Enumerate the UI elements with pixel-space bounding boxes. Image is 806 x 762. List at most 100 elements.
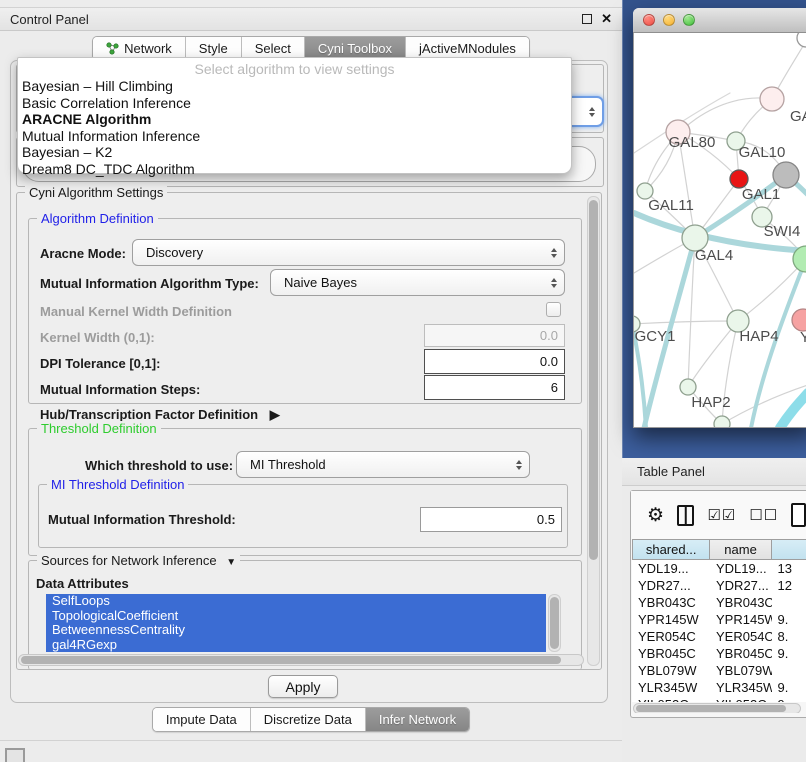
columns-icon[interactable] xyxy=(677,505,694,526)
algorithm-option[interactable]: ARACNE Algorithm xyxy=(18,111,571,128)
algorithm-option[interactable]: Basic Correlation Inference xyxy=(18,95,571,112)
mi-steps-label: Mutual Information Steps: xyxy=(40,382,200,397)
table-column-header[interactable]: shared... xyxy=(632,539,710,560)
select-all-checkboxes-icon[interactable]: ☑☑ xyxy=(707,506,736,524)
settings-group-title: Cyni Algorithm Settings xyxy=(25,185,167,200)
table-row[interactable]: YBL079WYBL079W xyxy=(632,662,806,679)
close-traffic-light[interactable] xyxy=(643,14,655,26)
network-edge[interactable] xyxy=(780,393,806,428)
table-row[interactable]: YLR345WYLR345W9. xyxy=(632,679,806,696)
zoom-traffic-light[interactable] xyxy=(683,14,695,26)
table-cell: YER054C xyxy=(710,629,772,644)
aracne-mode-combobox[interactable]: Discovery xyxy=(132,239,565,266)
mi-steps-value: 6 xyxy=(551,380,558,395)
table-panel: ⚙ ☑☑ ☐☐ shared...name YDL19...YDL19...13… xyxy=(630,490,806,718)
table-cell: YIL052C xyxy=(632,697,710,702)
table-cell: YBL079W xyxy=(632,663,710,678)
table-cell: YPR145W xyxy=(710,612,772,627)
tab-infer-network[interactable]: Infer Network xyxy=(365,708,469,731)
data-attribute-item[interactable]: SelfLoops xyxy=(46,594,546,609)
algorithm-option[interactable]: Bayesian – K2 xyxy=(18,144,571,161)
tab-discretize-data[interactable]: Discretize Data xyxy=(250,708,365,731)
data-attributes-list[interactable]: SelfLoopsTopologicalCoefficientBetweenne… xyxy=(46,594,546,652)
network-canvas[interactable]: GALGAL80GAL10GAL1GAL11SWI4GAL4GCY1HAP4YH… xyxy=(633,33,806,428)
mi-type-combobox[interactable]: Naive Bayes xyxy=(270,269,565,296)
algorithm-option[interactable]: Bayesian – Hill Climbing xyxy=(18,78,571,95)
manual-kernel-checkbox[interactable] xyxy=(546,302,561,317)
table-toolbar: ⚙ ☑☑ ☐☐ xyxy=(631,491,806,539)
table-cell: 9. xyxy=(772,646,806,661)
tab-impute-data[interactable]: Impute Data xyxy=(153,708,250,731)
network-node-label: GAL1 xyxy=(742,186,780,203)
network-node-hap2[interactable] xyxy=(680,379,696,395)
table-row[interactable]: YER054CYER054C8. xyxy=(632,628,806,645)
close-window-icon[interactable]: ✕ xyxy=(601,14,612,24)
network-node[interactable] xyxy=(773,162,799,188)
table-cell: 9 xyxy=(772,697,806,702)
mi-steps-field[interactable]: 6 xyxy=(424,375,565,400)
table-row[interactable]: YDR27...YDR27...12 xyxy=(632,577,806,594)
dpi-tolerance-field[interactable]: 0.0 xyxy=(424,349,565,374)
network-node-gal[interactable] xyxy=(760,87,784,111)
mi-threshold-title: MI Threshold Definition xyxy=(47,477,188,492)
table-row[interactable]: YIL052CYIL052C9 xyxy=(632,696,806,702)
table-horizontal-scrollbar[interactable] xyxy=(633,703,801,713)
network-window-titlebar[interactable] xyxy=(633,8,806,33)
attributes-list-scrollbar[interactable] xyxy=(548,594,561,652)
deselect-all-checkboxes-icon[interactable]: ☐☐ xyxy=(749,506,778,524)
control-panel-window: Control Panel ✕ NetworkStyleSelectCyni T… xyxy=(0,0,622,762)
network-edge[interactable] xyxy=(634,321,738,324)
table-body: YDL19...YDL19...13YDR27...YDR27...12YBR0… xyxy=(632,560,806,702)
apply-button[interactable]: Apply xyxy=(268,675,338,698)
dpi-tolerance-value: 0.0 xyxy=(540,354,558,369)
network-node[interactable] xyxy=(714,416,730,428)
collapse-arrow-icon[interactable]: ▶ xyxy=(270,407,280,422)
expand-arrow-icon[interactable]: ▼ xyxy=(226,557,236,568)
gear-icon[interactable]: ⚙ xyxy=(647,506,664,525)
which-threshold-combobox[interactable]: MI Threshold xyxy=(236,451,530,478)
network-node[interactable] xyxy=(797,33,806,47)
algorithm-option[interactable]: Dream8 DC_TDC Algorithm xyxy=(18,161,571,178)
table-column-header[interactable] xyxy=(772,539,806,560)
data-attribute-item[interactable]: gal4RGexp xyxy=(46,638,546,653)
table-cell: YBR043C xyxy=(710,595,772,610)
settings-vertical-scrollbar[interactable] xyxy=(587,196,600,666)
table-cell: YPR145W xyxy=(632,612,710,627)
minimize-traffic-light[interactable] xyxy=(663,14,675,26)
export-table-icon[interactable] xyxy=(791,503,806,527)
mi-threshold-field[interactable]: 0.5 xyxy=(420,507,562,532)
kernel-width-value: 0.0 xyxy=(540,328,558,343)
table-cell: 13 xyxy=(772,561,806,576)
table-cell: YBR043C xyxy=(632,595,710,610)
sources-title[interactable]: Sources for Network Inference ▼ xyxy=(37,553,240,568)
table-cell: YLR345W xyxy=(632,680,710,695)
table-row[interactable]: YDL19...YDL19...13 xyxy=(632,560,806,577)
table-cell: YDL19... xyxy=(632,561,710,576)
table-cell: YDR27... xyxy=(632,578,710,593)
mi-type-label: Mutual Information Algorithm Type: xyxy=(40,276,259,291)
control-panel-titlebar: Control Panel ✕ xyxy=(0,7,622,31)
table-row[interactable]: YPR145WYPR145W9. xyxy=(632,611,806,628)
table-panel-title: Table Panel xyxy=(637,464,705,479)
float-window-icon[interactable] xyxy=(582,14,592,24)
aracne-mode-value: Discovery xyxy=(146,245,203,260)
table-row[interactable]: YBR045CYBR045C9. xyxy=(632,645,806,662)
kernel-width-field[interactable]: 0.0 xyxy=(424,324,565,347)
bottom-divider xyxy=(0,740,622,741)
algorithm-option[interactable]: Mutual Information Inference xyxy=(18,128,571,145)
network-node-y[interactable] xyxy=(792,309,806,331)
table-row[interactable]: YBR043CYBR043C xyxy=(632,594,806,611)
network-graph[interactable]: GALGAL80GAL10GAL1GAL11SWI4GAL4GCY1HAP4YH… xyxy=(634,33,806,428)
table-cell: YER054C xyxy=(632,629,710,644)
settings-horizontal-scrollbar[interactable] xyxy=(18,654,584,666)
table-cell: YBR045C xyxy=(632,646,710,661)
node-table: shared...name YDL19...YDL19...13YDR27...… xyxy=(632,539,806,713)
table-cell: 12 xyxy=(772,578,806,593)
table-column-header[interactable]: name xyxy=(710,539,772,560)
table-cell: YBR045C xyxy=(710,646,772,661)
minimized-panel-icon[interactable] xyxy=(5,748,25,762)
manual-kernel-label: Manual Kernel Width Definition xyxy=(40,304,232,319)
data-attribute-item[interactable]: TopologicalCoefficient xyxy=(46,609,546,624)
table-cell: YIL052C xyxy=(710,697,772,702)
data-attribute-item[interactable]: BetweennessCentrality xyxy=(46,623,546,638)
